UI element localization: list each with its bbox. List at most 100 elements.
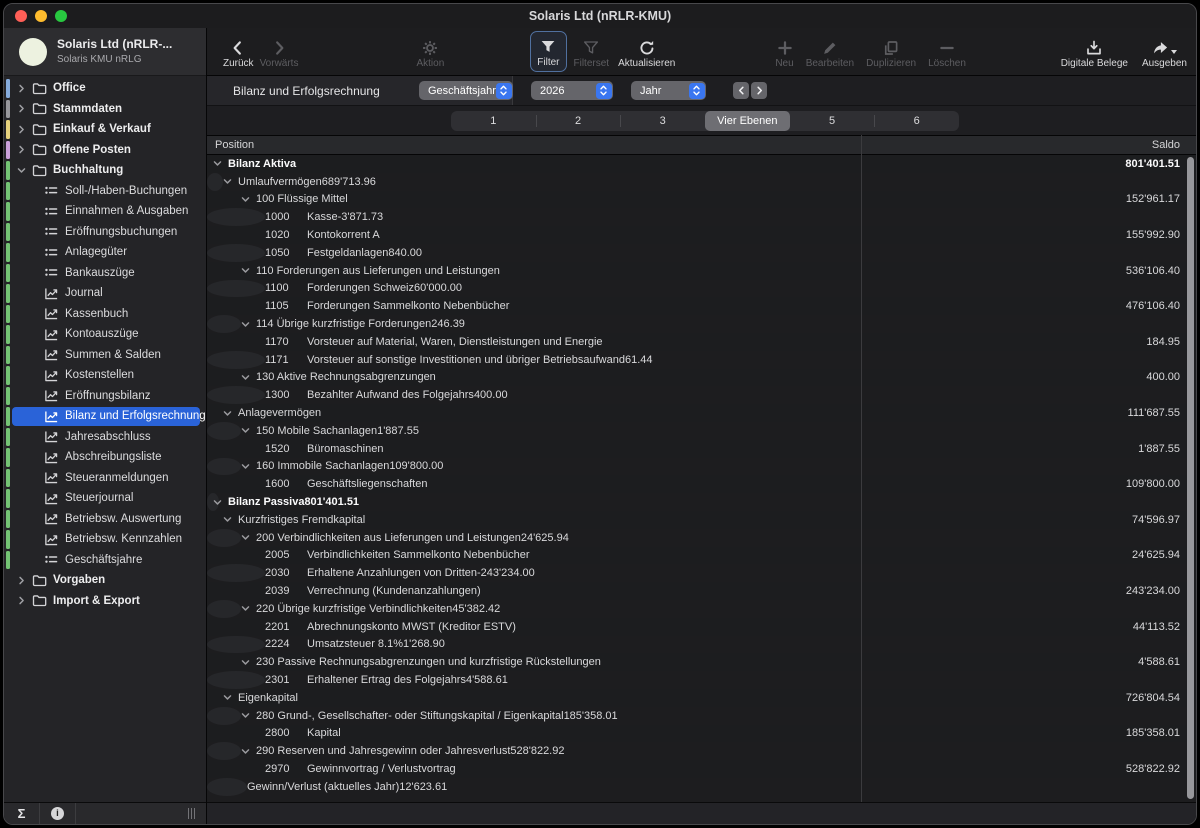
- sidebar-item-journal[interactable]: Journal: [4, 283, 206, 304]
- table-header-row[interactable]: Position Saldo: [207, 135, 1196, 155]
- table-row-2970-gewinnvortrag-verlustvortrag[interactable]: 2970Gewinnvortrag / Verlustvortrag528'82…: [207, 760, 1196, 778]
- digital-receipts-button[interactable]: Digitale Belege: [1061, 35, 1128, 69]
- table-row-280-grund-gesellschafter-oder-stiftungskapital-eigenkapital[interactable]: 280 Grund-, Gesellschafter- oder Stiftun…: [207, 707, 241, 725]
- chevron-down-icon[interactable]: [223, 515, 233, 524]
- sidebar-item-einkauf-verkauf[interactable]: Einkauf & Verkauf: [4, 119, 206, 140]
- sidebar-item-summen-salden[interactable]: Summen & Salden: [4, 345, 206, 366]
- filterset-button[interactable]: Filterset: [574, 35, 610, 69]
- chevron-right-icon[interactable]: [17, 145, 27, 154]
- zoom-window-button[interactable]: [55, 10, 67, 22]
- chevron-down-icon[interactable]: [223, 177, 233, 186]
- table-row-bilanz-passiva[interactable]: Bilanz Passiva801'401.51: [207, 493, 219, 511]
- table-row-1000-kasse[interactable]: 1000Kasse-3'871.73: [207, 208, 265, 226]
- sidebar-item-offene-posten[interactable]: Offene Posten: [4, 140, 206, 161]
- sidebar-item-import-export[interactable]: Import & Export: [4, 591, 206, 612]
- table-row-220-brige-kurzfristige-verbindlichkeiten[interactable]: 220 Übrige kurzfristige Verbindlichkeite…: [207, 600, 241, 618]
- table-row-1050-festgeldanlagen[interactable]: 1050Festgeldanlagen840.00: [207, 244, 265, 262]
- sidebar-item-anlageg-ter[interactable]: Anlagegüter: [4, 242, 206, 263]
- level-segment-2[interactable]: 2: [536, 111, 621, 131]
- table-row-110-forderungen-aus-lieferungen-und-leistungen[interactable]: 110 Forderungen aus Lieferungen und Leis…: [207, 262, 1196, 280]
- table-row-200-verbindlichkeiten-aus-lieferungen-und-leistungen[interactable]: 200 Verbindlichkeiten aus Lieferungen un…: [207, 529, 241, 547]
- table-row-130-aktive-rechnungsabgrenzungen[interactable]: 130 Aktive Rechnungsabgrenzungen400.00: [207, 369, 1196, 387]
- chevron-down-icon[interactable]: [223, 693, 233, 702]
- delete-button[interactable]: Löschen: [928, 35, 966, 69]
- table-row-2800-kapital[interactable]: 2800Kapital185'358.01: [207, 725, 1196, 743]
- minimize-window-button[interactable]: [35, 10, 47, 22]
- table-row-150-mobile-sachanlagen[interactable]: 150 Mobile Sachanlagen1'887.55: [207, 422, 241, 440]
- chevron-right-icon[interactable]: [17, 576, 27, 585]
- sidebar-item-vorgaben[interactable]: Vorgaben: [4, 570, 206, 591]
- sidebar-item-steuerjournal[interactable]: Steuerjournal: [4, 488, 206, 509]
- chevron-right-icon[interactable]: [17, 125, 27, 134]
- company-header[interactable]: Solaris Ltd (nRLR-... Solaris KMU nRLG: [4, 28, 206, 76]
- table-row-2030-erhaltene-anzahlungen-von-dritten[interactable]: 2030Erhaltene Anzahlungen von Dritten-24…: [207, 564, 265, 582]
- chevron-down-icon[interactable]: [241, 373, 251, 382]
- level-segment-6[interactable]: 6: [874, 111, 959, 131]
- sidebar-item-bilanz-und-erfolgsrechnung[interactable]: Bilanz und Erfolgsrechnung: [4, 406, 206, 427]
- table-row-100-fl-ssige-mittel[interactable]: 100 Flüssige Mittel152'961.17: [207, 191, 1196, 209]
- column-header-position[interactable]: Position: [215, 139, 254, 151]
- action-button[interactable]: Aktion: [416, 35, 444, 69]
- table-row-1600-gesch-ftsliegenschaften[interactable]: 1600Geschäftsliegenschaften109'800.00: [207, 475, 1196, 493]
- period-type-select[interactable]: Geschäftsjahr: [419, 81, 513, 100]
- chevron-right-icon[interactable]: [17, 84, 27, 93]
- table-row-2201-abrechnungskonto-mwst-kreditor-estv[interactable]: 2201Abrechnungskonto MWST (Kreditor ESTV…: [207, 618, 1196, 636]
- table-row-1105-forderungen-sammelkonto-nebenb-cher[interactable]: 1105Forderungen Sammelkonto Nebenbücher4…: [207, 297, 1196, 315]
- table-row-eigenkapital[interactable]: Eigenkapital726'804.54: [207, 689, 1196, 707]
- chevron-down-icon[interactable]: [213, 498, 223, 507]
- sidebar-item-kassenbuch[interactable]: Kassenbuch: [4, 304, 206, 325]
- duplicate-button[interactable]: Duplizieren: [866, 35, 916, 69]
- table-row-2005-verbindlichkeiten-sammelkonto-nebenb-cher[interactable]: 2005Verbindlichkeiten Sammelkonto Nebenb…: [207, 547, 1196, 565]
- refresh-button[interactable]: Aktualisieren: [618, 35, 675, 69]
- sidebar-item-stammdaten[interactable]: Stammdaten: [4, 99, 206, 120]
- table-row-290-reserven-und-jahresgewinn-oder-jahresverlust[interactable]: 290 Reserven und Jahresgewinn oder Jahre…: [207, 742, 241, 760]
- chevron-down-icon[interactable]: [241, 533, 251, 542]
- table-row-1100-forderungen-schweiz[interactable]: 1100Forderungen Schweiz60'000.00: [207, 280, 265, 298]
- sidebar-item-steueranmeldungen[interactable]: Steueranmeldungen: [4, 468, 206, 489]
- table-row-114-brige-kurzfristige-forderungen[interactable]: 114 Übrige kurzfristige Forderungen246.3…: [207, 315, 241, 333]
- chevron-down-icon[interactable]: [17, 166, 27, 175]
- chevron-down-icon[interactable]: [241, 266, 251, 275]
- chevron-down-icon[interactable]: [241, 604, 251, 613]
- chevron-right-icon[interactable]: [17, 104, 27, 113]
- table-row-1520-b-romaschinen[interactable]: 1520Büromaschinen1'887.55: [207, 440, 1196, 458]
- close-window-button[interactable]: [15, 10, 27, 22]
- sidebar-item-betriebsw-auswertung[interactable]: Betriebsw. Auswertung: [4, 509, 206, 530]
- sidebar-item-soll-haben-buchungen[interactable]: Soll-/Haben-Buchungen: [4, 181, 206, 202]
- sidebar-item-office[interactable]: Office: [4, 78, 206, 99]
- column-header-saldo[interactable]: Saldo: [1152, 139, 1180, 151]
- sidebar-item-jahresabschluss[interactable]: Jahresabschluss: [4, 427, 206, 448]
- chevron-down-icon[interactable]: [241, 195, 251, 204]
- table-row-1170-vorsteuer-auf-material-waren-dienstleistungen-und-energie[interactable]: 1170Vorsteuer auf Material, Waren, Diens…: [207, 333, 1196, 351]
- chevron-down-icon[interactable]: [223, 409, 233, 418]
- chevron-down-icon[interactable]: [213, 159, 223, 168]
- level-segment-5[interactable]: 5: [790, 111, 875, 131]
- sidebar-item-kostenstellen[interactable]: Kostenstellen: [4, 365, 206, 386]
- table-row-2301-erhaltener-ertrag-des-folgejahrs[interactable]: 2301Erhaltener Ertrag des Folgejahrs4'58…: [207, 671, 265, 689]
- year-select[interactable]: 2026: [531, 81, 613, 100]
- chevron-down-icon[interactable]: [241, 658, 251, 667]
- next-period-button[interactable]: [751, 82, 767, 99]
- table-row-gewinn-verlust-aktuelles-jahr[interactable]: Gewinn/Verlust (aktuelles Jahr)12'623.61: [207, 778, 247, 796]
- table-row-2039-verrechnung-kundenanzahlungen[interactable]: 2039Verrechnung (Kundenanzahlungen)243'2…: [207, 582, 1196, 600]
- resize-grip-icon[interactable]: [188, 808, 195, 819]
- chevron-right-icon[interactable]: [17, 596, 27, 605]
- table-row-1171-vorsteuer-auf-sonstige-investitionen-und-briger-betriebsaufwand[interactable]: 1171Vorsteuer auf sonstige Investitionen…: [207, 351, 265, 369]
- vertical-scrollbar[interactable]: [1187, 157, 1194, 799]
- forward-button[interactable]: Vorwärts: [260, 35, 299, 69]
- back-button[interactable]: Zurück: [223, 35, 254, 69]
- sidebar-item-buchhaltung[interactable]: Buchhaltung: [4, 160, 206, 181]
- table-row-2224-umsatzsteuer-8-1[interactable]: 2224Umsatzsteuer 8.1%1'268.90: [207, 636, 265, 654]
- export-button[interactable]: Ausgeben: [1142, 35, 1187, 69]
- table-row-160-immobile-sachanlagen[interactable]: 160 Immobile Sachanlagen109'800.00: [207, 458, 241, 476]
- chevron-down-icon[interactable]: [241, 462, 251, 471]
- table-row-230-passive-rechnungsabgrenzungen-und-kurzfristige-r-ckstellungen[interactable]: 230 Passive Rechnungsabgrenzungen und ku…: [207, 653, 1196, 671]
- sidebar-item-gesch-ftsjahre[interactable]: Geschäftsjahre: [4, 550, 206, 571]
- table-row-1020-kontokorrent-a[interactable]: 1020Kontokorrent A155'992.90: [207, 226, 1196, 244]
- chevron-down-icon[interactable]: [241, 320, 251, 329]
- granularity-select[interactable]: Jahr: [631, 81, 706, 100]
- filter-button[interactable]: Filter: [530, 31, 566, 72]
- level-segment-vier-ebenen[interactable]: Vier Ebenen: [705, 111, 790, 131]
- chevron-down-icon[interactable]: [241, 747, 251, 756]
- level-segment-1[interactable]: 1: [451, 111, 536, 131]
